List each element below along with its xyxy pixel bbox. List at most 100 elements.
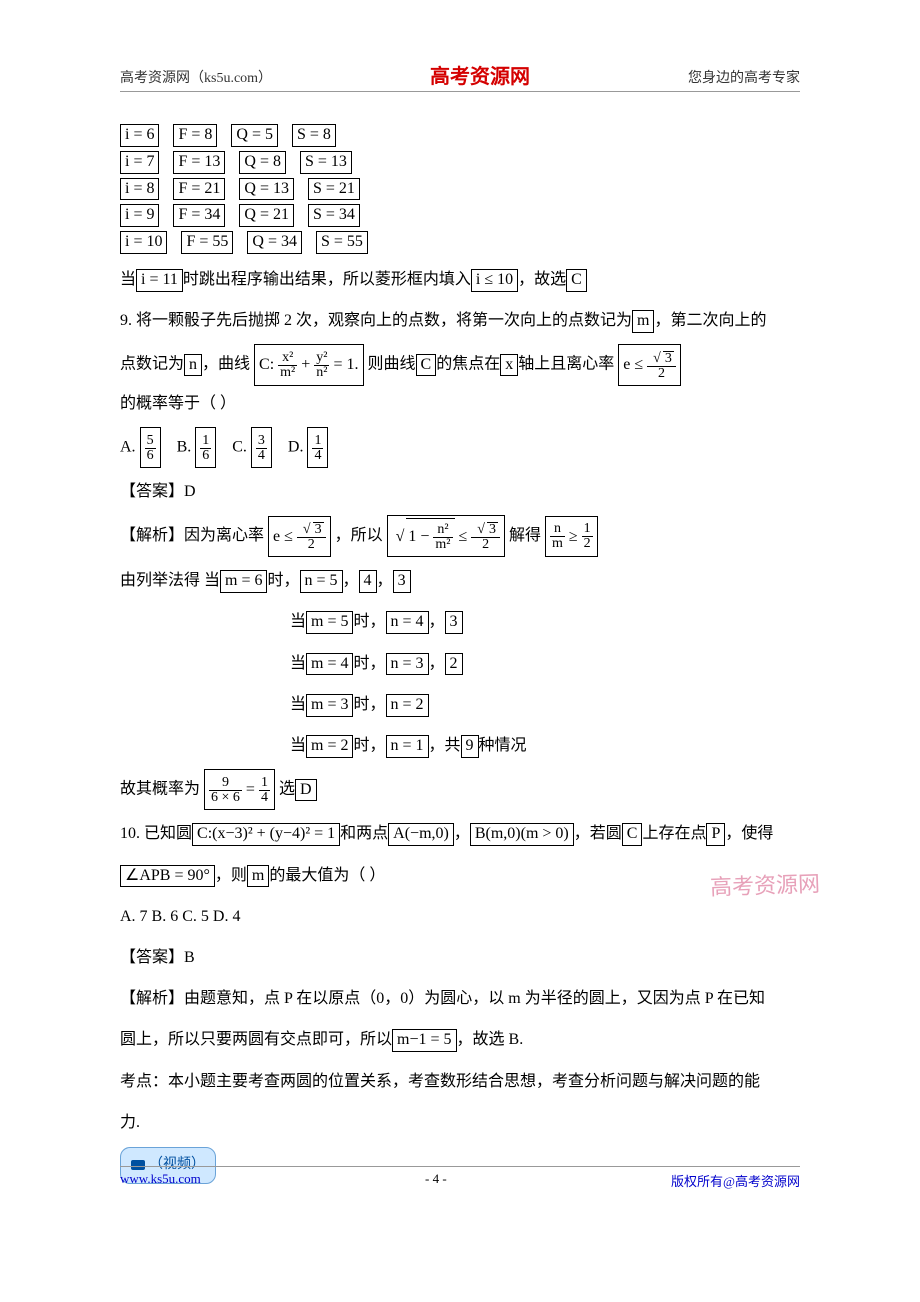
text: 和两点 (340, 825, 388, 842)
cell-q: Q = 8 (239, 151, 286, 174)
num: 5 (145, 434, 156, 449)
num: 3 (256, 434, 267, 449)
le-icon: ≤ (459, 528, 468, 545)
cell-i: i = 8 (120, 178, 159, 201)
text: 【解析】因为离心率 (120, 527, 264, 544)
text: C: (259, 356, 274, 373)
opt-c-label: C. (232, 438, 247, 455)
text: ，若圆 (574, 825, 622, 842)
enum-line-4: 当m = 3时，n = 2 (120, 687, 800, 722)
text: 时， (353, 737, 385, 754)
text: 时， (267, 572, 299, 589)
footer-url[interactable]: www.ks5u.com (120, 1171, 201, 1190)
extra-3: 3 (393, 570, 411, 593)
kaodian-2: 力. (120, 1105, 800, 1140)
q9-options: A. 56 B. 16 C. 34 D. 14 (120, 427, 800, 468)
text: e ≤ (273, 528, 293, 545)
header-center: 高考资源网 (430, 60, 530, 89)
den: 2 (582, 537, 593, 551)
m-val: m = 5 (306, 611, 353, 634)
num: n² (433, 523, 452, 538)
text: 圆上，所以只要两圆有交点即可，所以 (120, 1031, 392, 1048)
text: 当 (290, 655, 306, 672)
q10-stem-1: 10. 已知圆C:(x−3)² + (y−4)² = 1和两点A(−m,0)，B… (120, 816, 800, 851)
den: 4 (312, 449, 323, 463)
table-row: i = 7 F = 13 Q = 8 S = 13 (120, 149, 800, 176)
enum-line-5: 当m = 2时，n = 1，共9种情况 (120, 728, 800, 763)
cell-i: i = 9 (120, 204, 159, 227)
table-row: i = 10 F = 55 Q = 34 S = 55 (120, 229, 800, 256)
q10-answer: 【答案】B (120, 940, 800, 975)
enum-line-3: 当m = 4时，n = 3，2 (120, 646, 800, 681)
nm-ge-half: nm ≥ 12 (545, 516, 598, 557)
num: 9 (209, 776, 242, 791)
text: 的概率等于（ ） (120, 395, 236, 412)
q9-stem-1: 9. 将一颗骰子先后抛掷 2 次，观察向上的点数，将第一次向上的点数记为m，第二… (120, 303, 800, 338)
table-row: i = 6 F = 8 Q = 5 S = 8 (120, 122, 800, 149)
cell-f: F = 8 (173, 124, 217, 147)
page-footer: www.ks5u.com - 4 - 版权所有@高考资源网 (120, 1166, 800, 1190)
text: 的最大值为（ ） (269, 867, 385, 884)
text: 轴上且离心率 (518, 356, 614, 373)
den: 4 (256, 449, 267, 463)
num: 1 (259, 776, 270, 791)
q9-stem-2: 点数记为n，曲线 C: x²m² + y²n² = 1. 则曲线C的焦点在x轴上… (120, 344, 800, 420)
num: y² (314, 351, 329, 366)
num: 1 (582, 522, 593, 537)
page-header: 高考资源网（ks5u.com） 高考资源网 您身边的高考专家 (120, 60, 800, 92)
cell-i: i = 7 (120, 151, 159, 174)
text: 上存在点 (642, 825, 706, 842)
cell-q: Q = 13 (239, 178, 294, 201)
den: 2 (297, 538, 326, 552)
m-val: m = 4 (306, 653, 353, 676)
text: 解得 (509, 527, 541, 544)
text: 当 (290, 696, 306, 713)
num: n (550, 522, 565, 537)
text: ，曲线 (202, 356, 250, 373)
den: m² (278, 366, 297, 380)
m-val: m = 3 (306, 694, 353, 717)
extra: 2 (445, 653, 463, 676)
point-p: P (706, 823, 725, 846)
var-m: m (247, 865, 269, 888)
q9-explain-1: 【解析】因为离心率 e ≤ 32 ，所以 1 − n²m² ≤ 32 解得 nm… (120, 515, 800, 557)
cell-s: S = 8 (292, 124, 336, 147)
den: 6 (145, 449, 156, 463)
table-row: i = 9 F = 34 Q = 21 S = 34 (120, 202, 800, 229)
q9-answer: 【答案】D (120, 474, 800, 509)
ecc-cond-2: e ≤ 32 (268, 516, 331, 557)
sqrt3: 3 (487, 522, 498, 537)
cell-f: F = 34 (173, 204, 225, 227)
n-val: n = 3 (386, 653, 429, 676)
q10-stem-2: ∠APB = 90°，则m的最大值为（ ） (120, 858, 800, 893)
q10-options: A. 7 B. 6 C. 5 D. 4 (120, 899, 800, 934)
curve-eq: C: x²m² + y²n² = 1. (254, 344, 363, 385)
extra: 3 (445, 611, 463, 634)
opt-b-label: B. (177, 438, 192, 455)
cell-s: S = 34 (308, 204, 360, 227)
ge-icon: ≥ (569, 528, 578, 545)
footer-copyright: 版权所有@高考资源网 (671, 1171, 800, 1190)
extra-4: 4 (359, 570, 377, 593)
q10-expl-2: 圆上，所以只要两圆有交点即可，所以m−1 = 5，故选 B. (120, 1022, 800, 1057)
text: e ≤ (623, 356, 643, 373)
text: 时， (353, 613, 385, 630)
cell-i: i = 6 (120, 124, 159, 147)
content: i = 6 F = 8 Q = 5 S = 8 i = 7 F = 13 Q =… (120, 92, 800, 1184)
cell-f: F = 21 (173, 178, 225, 201)
num: 1 (200, 434, 211, 449)
kaodian-1: 考点：本小题主要考查两圆的位置关系，考查数形结合思想，考查分析问题与解决问题的能 (120, 1064, 800, 1099)
text: 种情况 (479, 737, 527, 754)
cell-f: F = 13 (173, 151, 225, 174)
angle-apb: ∠APB = 90° (120, 865, 215, 888)
text: ，使得 (725, 825, 773, 842)
circle-eq: C:(x−3)² + (y−4)² = 1 (192, 823, 340, 846)
prob-frac: 96 × 6 = 14 (204, 769, 275, 810)
q10-expl-1: 【解析】由题意知，点 P 在以原点（0，0）为圆心，以 m 为半径的圆上，又因为… (120, 981, 800, 1016)
text: ，第二次向上的 (654, 312, 766, 329)
ecc-cond: e ≤ 32 (618, 344, 681, 385)
enum-line-1: 由列举法得 当m = 6时，n = 5，4，3 (120, 563, 800, 598)
n-val: n = 5 (300, 570, 343, 593)
text: 当 (290, 613, 306, 630)
answer-c: C (566, 269, 587, 292)
